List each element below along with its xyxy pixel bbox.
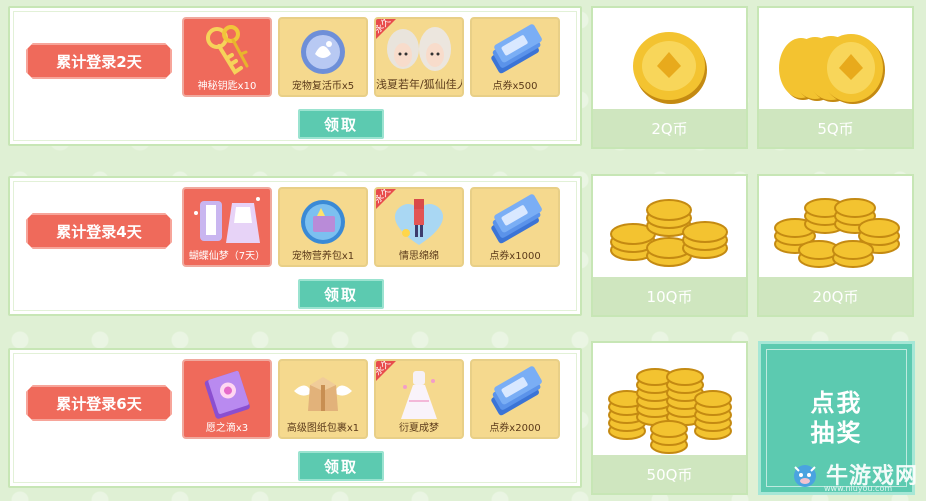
hairstyle-icon <box>376 23 462 81</box>
qcoin-card-5[interactable]: 5Q币 <box>757 6 914 149</box>
qcoin-label: 20Q币 <box>759 277 912 315</box>
reward-item-outfit-set[interactable]: 蝴蝶仙梦（7天） <box>182 187 272 267</box>
reward-item-hairstyle[interactable]: 永久 浅夏若年/狐仙佳人 <box>374 17 464 97</box>
pet-nutrition-pack-icon <box>280 193 366 251</box>
day-banner: 累计登录2天 <box>26 43 172 79</box>
gold-coins-icon <box>759 12 912 112</box>
reward-item-dress[interactable]: 永久 衍夏成梦 <box>374 359 464 439</box>
heart-character-icon <box>376 193 462 251</box>
qcoin-label: 10Q币 <box>593 277 746 315</box>
reward-caption: 宠物营养包x1 <box>291 251 355 262</box>
claim-button[interactable]: 领取 <box>298 279 384 309</box>
purple-book-icon <box>184 365 270 423</box>
outfit-set-icon <box>184 193 270 251</box>
qcoin-card-50[interactable]: 50Q币 <box>591 341 748 495</box>
qcoin-label: 2Q币 <box>593 109 746 147</box>
reward-item-purple-book[interactable]: 愿之滴x3 <box>182 359 272 439</box>
claim-button[interactable]: 领取 <box>298 451 384 481</box>
gold-coin-stack-icon <box>593 180 746 280</box>
coupon-icon <box>472 193 558 251</box>
reward-caption: 宠物复活币x5 <box>291 81 355 92</box>
reward-item-pet-nutrition-pack[interactable]: 宠物营养包x1 <box>278 187 368 267</box>
reward-caption: 点券x500 <box>492 81 538 92</box>
reward-caption: 情思绵绵 <box>399 251 439 262</box>
claim-button[interactable]: 领取 <box>298 109 384 139</box>
reward-item-keys[interactable]: 神秘钥匙x10 <box>182 17 272 97</box>
reward-item-heart-character[interactable]: 永久 情思绵绵 <box>374 187 464 267</box>
reward-row-day4: 累计登录4天 蝴蝶仙梦（7天） 宠物营养包x1 永久 情思绵绵 点券x1000 … <box>8 176 582 316</box>
winged-package-icon <box>280 365 366 423</box>
reward-row-day2: 累计登录2天 神秘钥匙x10 宠物复活币x5 永久 浅夏若年/狐仙佳人 点券x5… <box>8 6 582 146</box>
watermark-url: www.niuyou.com <box>824 484 893 493</box>
qcoin-card-2[interactable]: 2Q币 <box>591 6 748 149</box>
qcoin-label: 5Q币 <box>759 109 912 147</box>
reward-caption: 点券x2000 <box>489 423 541 434</box>
reward-caption: 蝴蝶仙梦（7天） <box>188 251 266 262</box>
watermark: 牛游戏网 www.niuyou.com <box>790 452 920 496</box>
reward-row-day6: 累计登录6天 愿之滴x3 高级图纸包裹x1 永久 衍夏成梦 点券x2000 领取 <box>8 348 582 488</box>
day-banner: 累计登录4天 <box>26 213 172 249</box>
qcoin-label: 50Q币 <box>593 455 746 493</box>
reward-item-coupon[interactable]: 点券x500 <box>470 17 560 97</box>
day-banner: 累计登录6天 <box>26 385 172 421</box>
reward-caption: 点券x1000 <box>489 251 541 262</box>
pet-revive-coin-icon <box>280 23 366 81</box>
reward-item-winged-package[interactable]: 高级图纸包裹x1 <box>278 359 368 439</box>
reward-caption: 高级图纸包裹x1 <box>286 423 360 434</box>
reward-caption: 神秘钥匙x10 <box>197 81 257 92</box>
gold-coin-icon <box>593 12 746 112</box>
coupon-icon <box>472 23 558 81</box>
qcoin-card-20[interactable]: 20Q币 <box>757 174 914 317</box>
reward-caption: 衍夏成梦 <box>399 423 439 434</box>
reward-item-coupon[interactable]: 点券x1000 <box>470 187 560 267</box>
dress-icon <box>376 365 462 423</box>
reward-caption: 浅夏若年/狐仙佳人 <box>376 78 464 91</box>
cow-mascot-icon <box>794 465 816 487</box>
reward-item-coupon[interactable]: 点券x2000 <box>470 359 560 439</box>
qcoin-card-10[interactable]: 10Q币 <box>591 174 748 317</box>
reward-item-pet-revive-coin[interactable]: 宠物复活币x5 <box>278 17 368 97</box>
reward-caption: 愿之滴x3 <box>205 423 249 434</box>
gold-coin-stack-icon <box>759 180 912 280</box>
gold-coin-pile-icon <box>593 347 746 457</box>
coupon-icon <box>472 365 558 423</box>
keys-icon <box>184 23 270 81</box>
